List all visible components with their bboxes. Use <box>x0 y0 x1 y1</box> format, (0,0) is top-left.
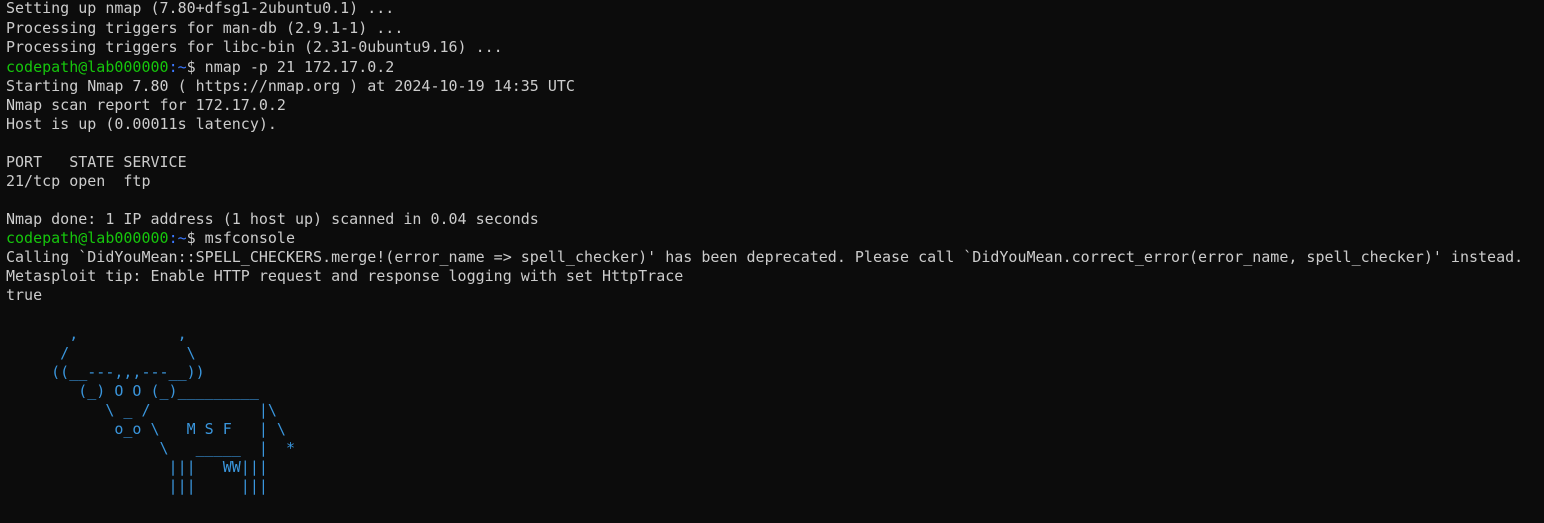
output-line: Nmap scan report for 172.17.0.2 <box>6 96 286 114</box>
output-line: 21/tcp open ftp <box>6 172 151 190</box>
command-text: nmap -p 21 172.17.0.2 <box>195 58 395 76</box>
prompt-sign: $ <box>186 229 196 247</box>
prompt-user-host: codepath@lab000000 <box>6 58 169 76</box>
output-line: true <box>6 286 43 304</box>
output-line: Setting up nmap (7.80+dfsg1-2ubuntu0.1) … <box>6 0 395 17</box>
msf-ascii-art-line: \ _____ | * <box>6 439 295 457</box>
output-line: PORT STATE SERVICE <box>6 153 187 171</box>
msf-ascii-art-line: o_o \ M S F | \ <box>6 420 286 438</box>
output-line: Host is up (0.00011s latency). <box>6 115 277 133</box>
prompt-sign: $ <box>186 58 196 76</box>
prompt-path: :~ <box>168 58 187 76</box>
prompt-line: codepath@lab000000:~$ msfconsole <box>6 229 295 248</box>
msf-ascii-art-line: / \ <box>6 344 196 362</box>
prompt-line: codepath@lab000000:~$ nmap -p 21 172.17.… <box>6 58 394 77</box>
output-line: Metasploit tip: Enable HTTP request and … <box>6 267 684 285</box>
msf-ascii-art-line: ||| ||| <box>6 477 268 495</box>
output-line: Calling `DidYouMean::SPELL_CHECKERS.merg… <box>6 248 1524 266</box>
msf-ascii-art-line: (_) O O (_)_________ <box>6 382 259 400</box>
msf-ascii-art-line: ((__---,,,---__)) <box>6 363 205 381</box>
msf-ascii-art-line: \ _ / |\ <box>6 401 277 419</box>
command-text: msfconsole <box>195 229 295 247</box>
prompt-path: :~ <box>168 229 187 247</box>
output-line: Nmap done: 1 IP address (1 host up) scan… <box>6 210 539 228</box>
msf-ascii-art-line: , , <box>6 325 187 343</box>
output-line: Processing triggers for libc-bin (2.31-0… <box>6 38 503 56</box>
output-line: Starting Nmap 7.80 ( https://nmap.org ) … <box>6 77 575 95</box>
prompt-user-host: codepath@lab000000 <box>6 229 169 247</box>
msf-ascii-art-line: ||| WW||| <box>6 458 268 476</box>
output-line: Processing triggers for man-db (2.9.1-1)… <box>6 19 404 37</box>
terminal-window[interactable]: Setting up nmap (7.80+dfsg1-2ubuntu0.1) … <box>0 0 1544 523</box>
